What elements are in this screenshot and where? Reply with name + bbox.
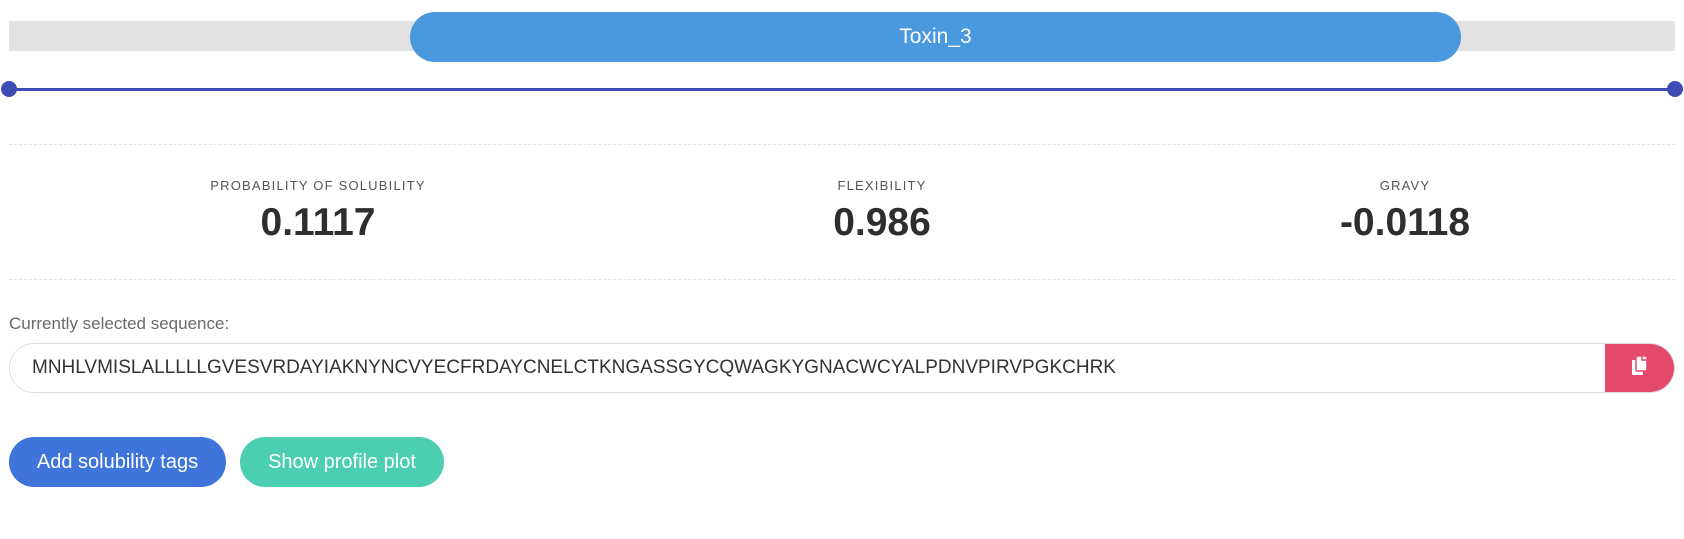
sequence-field[interactable]: MNHLVMISLALLLLLGVESVRDAYIAKNYNCVYECFRDAY…	[9, 343, 1675, 393]
show-profile-plot-button[interactable]: Show profile plot	[240, 437, 444, 487]
divider	[9, 279, 1675, 280]
stat-flexibility: FLEXIBILITY 0.986	[672, 178, 1092, 245]
copy-icon	[1630, 354, 1650, 382]
protein-name-bar: Toxin_3	[410, 12, 1461, 62]
add-solubility-tags-button[interactable]: Add solubility tags	[9, 437, 226, 487]
stat-value: 0.1117	[260, 201, 376, 244]
range-slider-end-handle[interactable]	[1667, 81, 1683, 97]
stat-gravy: GRAVY -0.0118	[1195, 178, 1615, 245]
stat-label: PROBABILITY OF SOLUBILITY	[210, 178, 426, 193]
stat-value: -0.0118	[1339, 201, 1471, 244]
stat-solubility: PROBABILITY OF SOLUBILITY 0.1117	[108, 178, 528, 245]
copy-sequence-button[interactable]	[1605, 344, 1674, 392]
protein-name: Toxin_3	[899, 25, 972, 48]
sequence-value[interactable]: MNHLVMISLALLLLLGVESVRDAYIAKNYNCVYECFRDAY…	[10, 357, 1605, 379]
stat-label: FLEXIBILITY	[837, 178, 927, 193]
divider	[9, 144, 1675, 145]
page: Toxin_3 PROBABILITY OF SOLUBILITY 0.1117…	[0, 0, 1684, 539]
range-slider-start-handle[interactable]	[1, 81, 17, 97]
sequence-label: Currently selected sequence:	[9, 314, 230, 333]
range-slider-track[interactable]	[9, 88, 1675, 91]
stat-label: GRAVY	[1379, 178, 1431, 193]
stat-value: 0.986	[833, 201, 931, 244]
